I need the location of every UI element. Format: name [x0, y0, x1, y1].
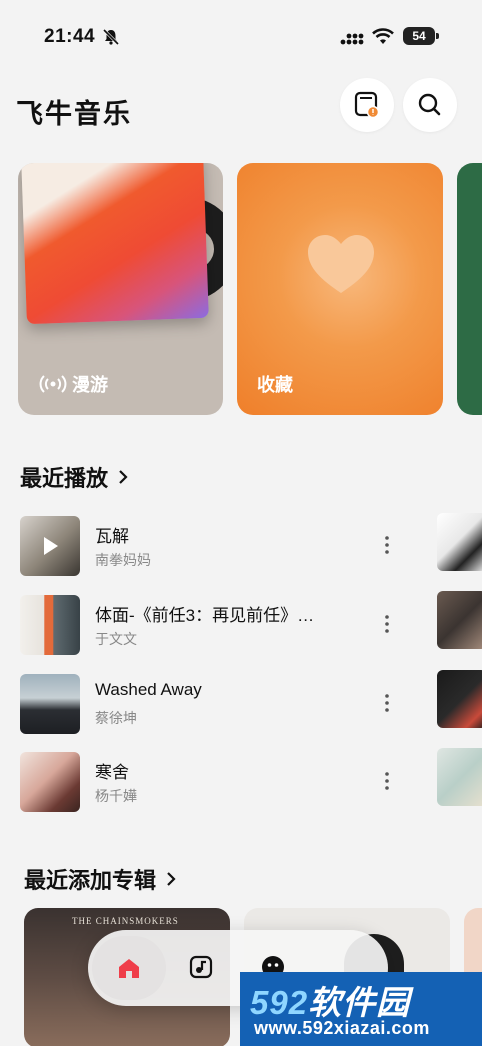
more-options-icon[interactable]: [384, 534, 390, 556]
status-time: 21:44: [44, 26, 96, 47]
song-thumbnail-peek[interactable]: [437, 748, 482, 806]
more-options-icon[interactable]: [384, 613, 390, 635]
song-row[interactable]: 体面-《前任3：再见前任》… 于文文: [20, 595, 400, 655]
watermark-url: www.592xiazai.com: [254, 1018, 430, 1038]
album-thumbnail: [20, 752, 80, 812]
battery-indicator: 54: [403, 27, 439, 45]
watermark-logo: 592软件园 www.592xiazai.com: [240, 972, 482, 1046]
song-thumbnail-peek[interactable]: [437, 670, 482, 728]
roam-cover-image: [21, 163, 209, 325]
roam-card[interactable]: 漫游: [18, 163, 223, 415]
chevron-right-icon: [167, 872, 176, 886]
song-thumbnail-peek[interactable]: [437, 591, 482, 649]
song-row[interactable]: 瓦解 南拳妈妈: [20, 516, 400, 576]
signal-icon: [340, 31, 364, 50]
album-thumbnail: [20, 516, 80, 576]
play-icon: [44, 537, 58, 555]
favorites-label: 收藏: [257, 375, 293, 395]
home-icon: [119, 959, 139, 978]
more-options-icon[interactable]: [384, 770, 390, 792]
album-thumbnail: [20, 674, 80, 734]
watermark-number: 592: [250, 984, 309, 1021]
song-row[interactable]: Washed Away 蔡徐坤: [20, 674, 400, 734]
albums-section-title: 最近添加专辑: [24, 868, 157, 893]
watermark-brand: 软件园: [308, 984, 411, 1021]
search-button[interactable]: [403, 78, 457, 132]
broadcast-icon: [39, 375, 67, 393]
recent-section-title: 最近播放: [20, 466, 109, 491]
bell-muted-icon: [102, 28, 120, 51]
recent-section-header[interactable]: 最近播放: [20, 461, 128, 493]
device-icon: [354, 91, 380, 119]
nav-home[interactable]: [92, 936, 166, 1000]
chevron-right-icon: [119, 470, 128, 484]
album-thumbnail: [20, 595, 80, 655]
song-title: 体面-《前任3：再见前任》…: [95, 606, 315, 625]
page-title: 飞牛音乐: [16, 99, 132, 129]
song-thumbnail-peek[interactable]: [437, 513, 482, 571]
wifi-icon: [372, 28, 394, 51]
favorites-card[interactable]: 收藏: [237, 163, 443, 415]
albums-section-header[interactable]: 最近添加专辑: [24, 863, 176, 895]
song-title: Washed Away: [95, 680, 202, 699]
roam-label: 漫游: [72, 375, 108, 395]
heart-icon: [308, 235, 374, 293]
device-button[interactable]: [340, 78, 394, 132]
song-artist: 蔡徐坤: [95, 710, 137, 726]
music-library-icon[interactable]: [188, 954, 214, 980]
song-title: 寒舍: [95, 763, 129, 782]
song-artist: 于文文: [95, 631, 137, 647]
album-cover-text: THE CHAINSMOKERS: [72, 916, 179, 926]
song-row[interactable]: 寒舍 杨千嬅: [20, 752, 400, 812]
song-title: 瓦解: [95, 527, 129, 546]
song-artist: 南拳妈妈: [95, 552, 151, 568]
song-artist: 杨千嬅: [95, 788, 137, 804]
search-icon: [418, 93, 441, 116]
next-card-peek[interactable]: [457, 163, 482, 415]
status-bar: 21:44 54: [0, 22, 482, 52]
more-options-icon[interactable]: [384, 692, 390, 714]
